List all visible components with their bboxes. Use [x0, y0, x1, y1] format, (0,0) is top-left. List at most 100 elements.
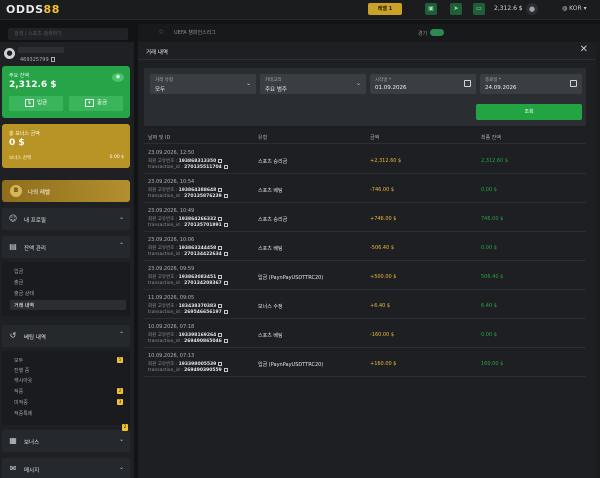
copy-icon[interactable]: [223, 368, 228, 372]
copy-icon[interactable]: [223, 339, 228, 343]
table-row: 10.09.2026, 07:13 회원 고유번호 : 193398005539 t…: [144, 350, 586, 377]
transaction-date: 10.09.2026, 07:13: [148, 353, 195, 359]
main-balance-label: 주요 잔액: [9, 73, 29, 79]
transaction-date: 23.09.2026, 12:50: [148, 150, 195, 156]
header-balance[interactable]: 2,312.6 $: [494, 5, 523, 12]
transaction-type: 보너스 수정: [258, 304, 283, 310]
chevron-down-icon: ⌄: [355, 80, 361, 87]
calendar-icon[interactable]: [464, 80, 471, 87]
transaction-date: 10.09.2026, 07:18: [148, 324, 195, 330]
profile-name-masked: [18, 47, 64, 53]
transaction-id-line: transaction_id : 270135876239: [148, 194, 228, 199]
nav-label: 내 프로필: [24, 218, 46, 224]
language-selector[interactable]: ◍ KOR ▾: [562, 5, 587, 12]
nav-bonus[interactable]: ▦ 보너스 ⌄ 2: [2, 424, 130, 452]
chevron-up-icon: ⌃: [118, 242, 124, 249]
field-value: 01.09.2026: [375, 85, 407, 91]
filter-panel: 거래 유형 모두 ⌄ 카테고리 주요 범주 ⌄ 시작일 * 01.09.2026…: [144, 68, 586, 126]
transaction-type-select[interactable]: 거래 유형 모두 ⌄: [150, 74, 256, 94]
mail-icon: ✉: [9, 464, 17, 473]
transaction-date: 23.09.2026, 10:49: [148, 208, 195, 214]
gift-icon[interactable]: ▣: [425, 3, 437, 15]
user-icon[interactable]: ●: [526, 3, 538, 15]
transaction-type: 스포츠 베팅: [258, 188, 283, 194]
league-tab[interactable]: UEFA 챔피언스리그: [174, 29, 216, 36]
table-row: 23.09.2026, 10:54 회원 고유번호 : 193864388648 t…: [144, 176, 586, 203]
wallet-id: 193864388648: [178, 188, 217, 193]
copy-icon[interactable]: [223, 223, 228, 227]
sport-search-input[interactable]: 검색 / 스포츠 검색하기: [8, 28, 128, 40]
submenu-item-transactions[interactable]: 거래 내역: [14, 302, 34, 309]
avatar[interactable]: ●: [4, 48, 15, 59]
table-row: 23.09.2026, 09:59 회원 고유번호 : 193863083451 t…: [144, 263, 586, 290]
copy-icon[interactable]: [218, 159, 223, 163]
profile-header: ● 469325799: [4, 46, 130, 66]
submenu-item-withdraw[interactable]: 출금: [14, 279, 23, 286]
copy-icon[interactable]: [218, 275, 223, 279]
copy-icon[interactable]: [223, 252, 228, 256]
copy-icon[interactable]: [218, 304, 223, 308]
vip-level-badge[interactable]: 레벨 1: [368, 3, 402, 15]
final-balance: 746.00 $: [481, 216, 504, 222]
final-balance: 6.40 $: [481, 303, 497, 309]
field-label: 카테고리: [265, 78, 282, 83]
nav-label: 잔액 관리: [24, 246, 46, 252]
eye-icon[interactable]: ◉: [112, 73, 124, 82]
chevron-up-icon: ⌃: [118, 331, 124, 338]
copy-icon[interactable]: [218, 362, 223, 366]
transaction-history-modal: 거래 내역 ✕ 거래 유형 모두 ⌄ 카테고리 주요 범주 ⌄ 시작일 * 01…: [138, 42, 596, 478]
final-balance: 0.00 $: [481, 332, 497, 338]
copy-icon[interactable]: [218, 333, 223, 337]
star-icon[interactable]: ☆: [158, 28, 164, 36]
submenu-item-deposit[interactable]: 입금: [14, 268, 23, 275]
nav-wallet[interactable]: ▤ 잔액 관리 ⌃: [2, 236, 130, 258]
transaction-type: 스포츠 베팅: [258, 246, 283, 252]
gift-icon: ▦: [9, 436, 17, 445]
my-level-label: 나의 레벨: [28, 190, 50, 196]
copy-icon[interactable]: [50, 57, 55, 62]
copy-icon[interactable]: [218, 217, 223, 221]
copy-icon[interactable]: [223, 165, 228, 169]
copy-icon[interactable]: [223, 310, 228, 314]
transaction-type: 입금 (PaynPayUSDTTRC20): [258, 362, 324, 368]
copy-icon[interactable]: [223, 281, 228, 285]
close-icon[interactable]: ✕: [580, 44, 588, 55]
transaction-id-line: transaction_id : 270134422634: [148, 252, 228, 257]
live-toggle[interactable]: [430, 29, 444, 36]
deposit-button[interactable]: $ 입금: [9, 96, 63, 111]
nav-bet-history[interactable]: ↺ 베팅 내역 ⌃: [2, 325, 130, 347]
user-icon: ☺: [8, 214, 18, 223]
telegram-icon[interactable]: ➤: [450, 3, 462, 15]
submenu-item-won[interactable]: 적중: [14, 388, 23, 395]
transaction-id: 270134208367: [184, 281, 222, 286]
field-value: 24.09.2026: [485, 85, 517, 91]
start-date-field[interactable]: 시작일 * 01.09.2026: [370, 74, 476, 94]
account-sidebar: ● 469325799 주요 잔액 2,312.6 $ ◉ $ 입금 ▾ 출금 총 …: [0, 42, 134, 478]
calendar-icon[interactable]: [570, 80, 577, 87]
withdraw-button[interactable]: ▾ 출금: [69, 96, 123, 111]
wallet-icon[interactable]: ▭: [473, 3, 485, 15]
category-select[interactable]: 카테고리 주요 범주 ⌄: [260, 74, 366, 94]
transaction-id-line: transaction_id : 270134208367: [148, 281, 228, 286]
table-header: 날짜 및 ID 유형 금액 최종 잔액: [144, 130, 586, 144]
end-date-field[interactable]: 종료일 * 24.09.2026: [480, 74, 582, 94]
submenu-item-in-progress[interactable]: 진행 중: [14, 367, 29, 374]
transaction-id-line: transaction_id : 270135511704: [148, 165, 228, 170]
chevron-down-icon: ⌄: [118, 436, 124, 443]
submenu-item-withdraw-status[interactable]: 출금 상태: [14, 290, 34, 297]
chevron-down-icon: ⌄: [118, 214, 124, 221]
my-level-button[interactable]: B 나의 레벨: [2, 180, 130, 202]
copy-icon[interactable]: [218, 246, 223, 250]
submenu-item-all[interactable]: 모두: [14, 357, 23, 364]
nav-my-profile[interactable]: ☺ 내 프로필 ⌄: [2, 208, 130, 230]
nav-messages[interactable]: ✉ 메시지 ⌄: [2, 458, 130, 478]
copy-icon[interactable]: [223, 194, 228, 198]
transaction-type: 입금 (PaynPayUSDTTRC20): [258, 275, 324, 281]
logo[interactable]: ODDS88: [6, 3, 60, 16]
submenu-item-cashout[interactable]: 캐시아웃: [14, 377, 32, 384]
wallet-id: 183438370383: [178, 304, 217, 309]
submenu-item-lost[interactable]: 미적중: [14, 399, 28, 406]
search-button[interactable]: 조회: [476, 104, 582, 120]
submenu-item-special[interactable]: 적중특례: [14, 410, 32, 417]
copy-icon[interactable]: [218, 188, 223, 192]
